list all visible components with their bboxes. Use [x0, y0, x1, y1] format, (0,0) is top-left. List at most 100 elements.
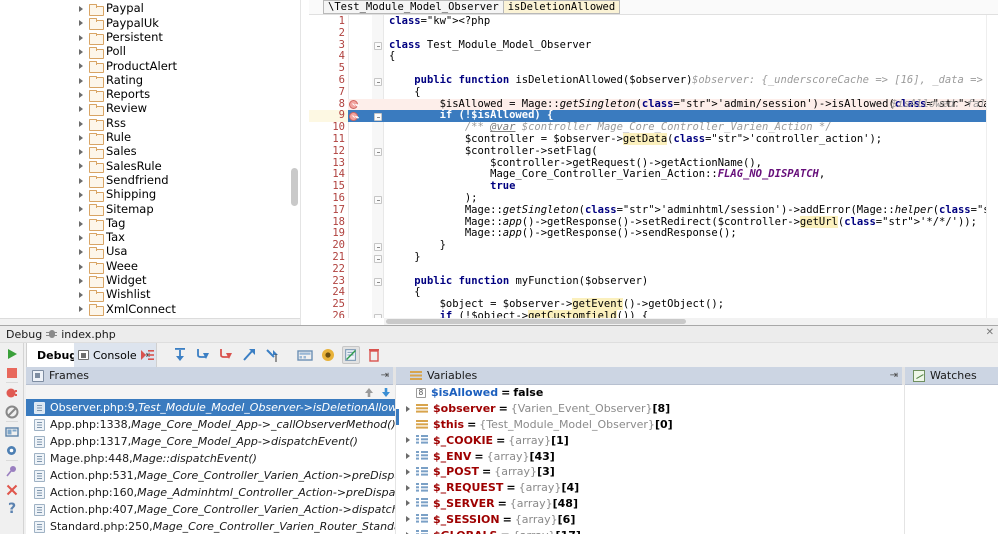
mute-breakpoints-icon[interactable]: [5, 405, 19, 419]
code-line[interactable]: 12 $controller->setFlag(: [309, 145, 998, 158]
variable-row[interactable]: $observer = {Varien_Event_Observer} [8]: [396, 401, 904, 417]
code-fold-toggle[interactable]: [374, 254, 382, 263]
tree-item-usa[interactable]: Usa: [0, 245, 127, 260]
breakpoint-verified-icon[interactable]: [349, 100, 358, 110]
variable-row[interactable]: $_ENV = {array} [43]: [396, 448, 904, 464]
resume-program-icon[interactable]: [5, 347, 19, 361]
expand-arrow-icon[interactable]: [79, 134, 83, 141]
delete-icon[interactable]: [365, 346, 383, 364]
expand-arrow-icon[interactable]: [79, 163, 83, 170]
expand-arrow-icon[interactable]: [79, 149, 83, 156]
frame-row[interactable]: Action.php:160, Mage_Adminhtml_Controlle…: [26, 484, 395, 501]
code-line[interactable]: 26 if (!$object->getCustomfield()) {: [309, 310, 998, 318]
view-breakpoints-icon[interactable]: [5, 386, 19, 400]
code-area[interactable]: 1 class="kw"><?php 2 3 class Test_Module_Mod…: [309, 15, 998, 318]
expand-arrow-icon[interactable]: [79, 20, 83, 27]
expand-arrow-icon[interactable]: [79, 91, 83, 98]
stop-icon[interactable]: [5, 366, 19, 380]
code-line[interactable]: 4{: [309, 51, 998, 63]
sort-down-icon[interactable]: [381, 387, 391, 398]
frame-row[interactable]: Action.php:407, Mage_Core_Controller_Var…: [26, 501, 395, 518]
tree-item-tag[interactable]: Tag: [0, 217, 125, 231]
restore-layout-icon[interactable]: [5, 425, 19, 439]
breadcrumb-class[interactable]: \Test_Module_Model_Observer: [323, 0, 504, 14]
view-breakpoints-icon[interactable]: [342, 346, 360, 364]
step-into-icon[interactable]: [194, 346, 212, 364]
tree-item-wishlist[interactable]: Wishlist: [0, 288, 150, 303]
tree-item-poll[interactable]: Poll: [0, 45, 126, 60]
variable-row[interactable]: $_SERVER = {array} [48]: [396, 496, 904, 512]
editor-error-stripe[interactable]: [986, 15, 998, 318]
code-fold-toggle[interactable]: [374, 195, 382, 204]
expand-arrow-icon[interactable]: [79, 249, 83, 256]
tree-vertical-scrollbar[interactable]: [289, 0, 300, 318]
tree-horizontal-scrollbar[interactable]: [0, 318, 300, 325]
expand-arrow-icon[interactable]: [79, 177, 83, 184]
tree-item-weee[interactable]: Weee: [0, 259, 138, 274]
debug-left-rail[interactable]: ?: [0, 343, 24, 534]
frame-row[interactable]: Standard.php:250, Mage_Core_Controller_V…: [26, 518, 395, 534]
variable-row[interactable]: $_REQUEST = {array} [4]: [396, 480, 904, 496]
expand-arrow-icon[interactable]: [79, 277, 83, 284]
code-fold-toggle[interactable]: [374, 77, 382, 86]
frames-list[interactable]: Observer.php:9, Test_Module_Model_Observ…: [26, 385, 395, 534]
variable-row[interactable]: $isAllowed=false: [396, 385, 904, 401]
close-icon[interactable]: [5, 483, 19, 497]
code-line[interactable]: 1 class="kw"><?php: [309, 15, 998, 28]
code-fold-toggle[interactable]: [374, 42, 382, 51]
frame-row[interactable]: App.php:1338, Mage_Core_Model_App->_call…: [26, 416, 395, 433]
tree-item-sendfriend[interactable]: Sendfriend: [0, 174, 169, 188]
show-execution-point-icon[interactable]: [138, 346, 156, 364]
tree-item-shipping[interactable]: Shipping: [0, 188, 156, 203]
force-step-into-icon[interactable]: [217, 346, 235, 364]
evaluate-expression-icon[interactable]: [296, 346, 314, 364]
tree-item-productalert[interactable]: ProductAlert: [0, 59, 177, 74]
step-over-icon[interactable]: [171, 346, 189, 364]
collapse-icon[interactable]: ⇥: [890, 370, 898, 381]
code-line[interactable]: 21 }: [309, 251, 998, 264]
variable-row[interactable]: $_COOKIE = {array} [1]: [396, 432, 904, 448]
close-icon[interactable]: ✕: [986, 327, 994, 338]
scrollbar-thumb[interactable]: [386, 319, 686, 324]
mute-breakpoints-icon[interactable]: [319, 346, 337, 364]
tree-item-persistent[interactable]: Persistent: [0, 31, 163, 45]
sort-up-icon[interactable]: [364, 387, 374, 398]
code-line[interactable]: 22: [309, 263, 998, 276]
code-line[interactable]: 17 Mage::getSingleton(class="str">'admin…: [309, 204, 998, 217]
breakpoint-verified-icon[interactable]: [349, 111, 358, 121]
step-out-icon[interactable]: [240, 346, 258, 364]
code-fold-toggle[interactable]: [374, 278, 382, 287]
tree-item-sales[interactable]: Sales: [0, 145, 137, 160]
tree-item-rating[interactable]: Rating: [0, 74, 143, 88]
expand-arrow-icon[interactable]: [79, 234, 83, 241]
variable-row[interactable]: $this = {Test_Module_Model_Observer} [0]: [396, 417, 904, 433]
tree-item-widget[interactable]: Widget: [0, 274, 147, 288]
expand-arrow-icon[interactable]: [79, 263, 83, 270]
code-editor[interactable]: \Test_Module_Model_Observer isDeletionAl…: [309, 0, 998, 325]
expand-arrow-icon[interactable]: [79, 63, 83, 70]
pin-icon[interactable]: [5, 464, 19, 478]
expand-arrow-icon[interactable]: [79, 206, 83, 213]
watches-list[interactable]: [905, 385, 998, 534]
frame-row[interactable]: App.php:1317, Mage_Core_Model_App->dispa…: [26, 433, 395, 450]
breadcrumb-method[interactable]: isDeletionAllowed: [502, 0, 621, 14]
collapse-icon[interactable]: ⇥: [381, 370, 389, 381]
tree-item-tax[interactable]: Tax: [0, 231, 125, 245]
tree-item-sitemap[interactable]: Sitemap: [0, 202, 154, 217]
tree-item-salesrule[interactable]: SalesRule: [0, 159, 162, 174]
expand-arrow-icon[interactable]: [79, 192, 83, 199]
code-fold-toggle[interactable]: [374, 148, 382, 157]
frame-row[interactable]: Action.php:531, Mage_Core_Controller_Var…: [26, 467, 395, 484]
expand-arrow-icon[interactable]: [79, 106, 83, 113]
tree-item-rss[interactable]: Rss: [0, 116, 126, 131]
tree-item-review[interactable]: Review: [0, 102, 147, 117]
tree-item-paypaluk[interactable]: PaypalUk: [0, 16, 159, 31]
tree-item-rule[interactable]: Rule: [0, 131, 131, 145]
expand-arrow-icon[interactable]: [79, 77, 83, 84]
debug-toolbar[interactable]: [138, 343, 383, 367]
editor-horizontal-scrollbar[interactable]: [384, 318, 998, 325]
help-icon[interactable]: ?: [5, 502, 19, 516]
expand-arrow-icon[interactable]: [79, 120, 83, 127]
variable-row[interactable]: $GLOBALS= {array} [17]: [396, 527, 904, 534]
expand-arrow-icon[interactable]: [79, 220, 83, 227]
